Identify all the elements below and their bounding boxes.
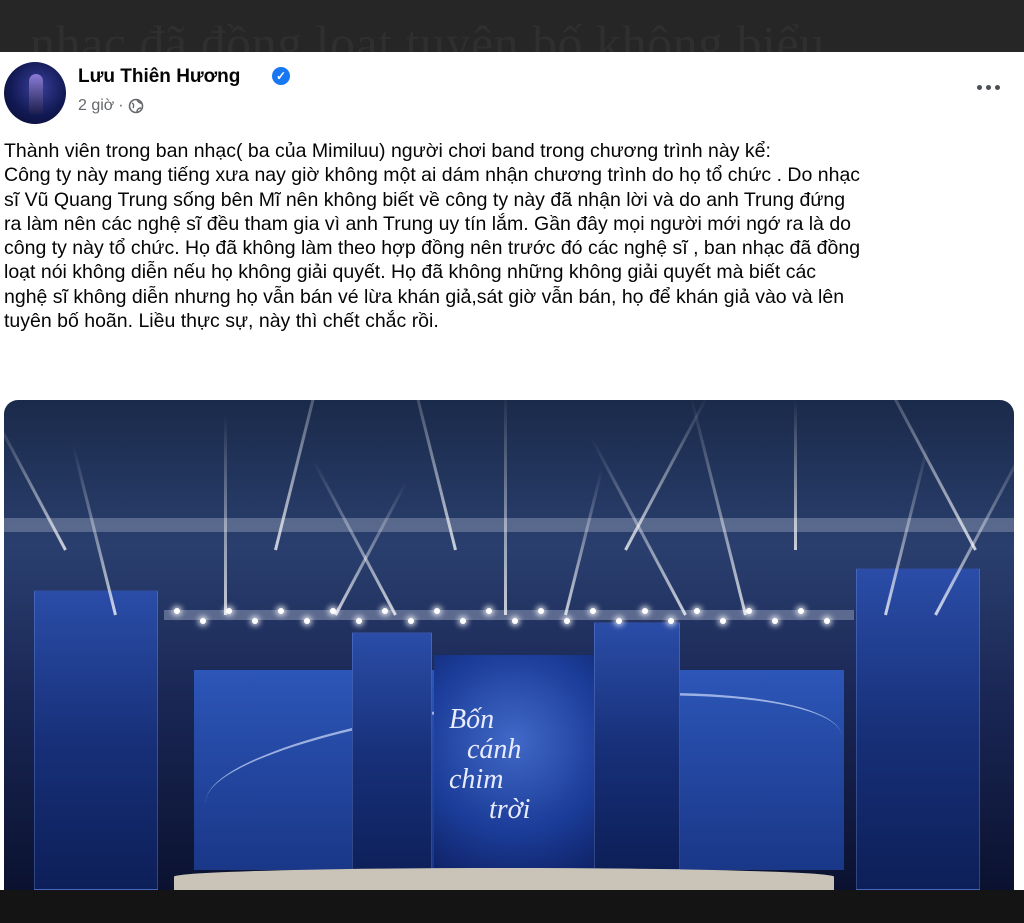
avatar-figure <box>29 74 43 114</box>
post-line: công ty này tổ chức. Họ đã không làm the… <box>4 237 861 260</box>
stage-light-fixture <box>798 608 804 614</box>
stage-light-fixture <box>616 618 622 624</box>
post-meta: 2 giờ · <box>78 97 144 115</box>
stage-light-fixture <box>512 618 518 624</box>
stage-light-fixture <box>538 608 544 614</box>
stage-light-fixture <box>304 618 310 624</box>
verified-badge-icon: ✓ <box>272 67 290 85</box>
background-headline: nhạc đã đồng loạt tuyên bố không biểu <box>30 15 825 52</box>
stage-light-fixture <box>824 618 830 624</box>
post-line: Thành viên trong ban nhạc( ba của Mimilu… <box>4 140 771 162</box>
globe-icon[interactable] <box>128 98 144 114</box>
light-beam <box>689 400 747 616</box>
stage-light-fixture <box>278 608 284 614</box>
post-line: nghệ sĩ không diễn nhưng họ vẫn bán vé l… <box>4 285 845 308</box>
led-panel-mid-right <box>594 622 680 870</box>
more-options-dot <box>994 84 1000 90</box>
stage-light-fixture <box>590 608 596 614</box>
stage-light-fixture <box>746 608 752 614</box>
stage-light-fixture <box>434 608 440 614</box>
author-name[interactable]: Lưu Thiên Hương <box>78 66 240 88</box>
light-beam <box>504 400 507 615</box>
stage-light-fixture <box>252 618 258 624</box>
stage-light-fixture <box>642 608 648 614</box>
light-beam <box>334 481 408 616</box>
lighting-truss <box>4 518 1014 532</box>
post-time[interactable]: 2 giờ <box>78 97 114 115</box>
more-options-button[interactable] <box>968 70 1008 104</box>
post-photo-stage[interactable]: Bốn cánh chim trời <box>4 400 1014 890</box>
meta-separator: · <box>118 97 124 114</box>
post-line: Công ty này mang tiếng xưa nay giờ không… <box>4 164 861 187</box>
stage-title-line: trời <box>489 794 531 825</box>
stage-show-title: Bốn cánh chim trời <box>449 705 589 825</box>
stage-light-fixture <box>408 618 414 624</box>
stage-light-fixture <box>356 618 362 624</box>
stage-light-fixture <box>226 608 232 614</box>
post-line: tuyên bố hoãn. Liều thực sự, này thì chế… <box>4 310 439 333</box>
stage-light-fixture <box>694 608 700 614</box>
stage-light-fixture <box>486 608 492 614</box>
bottom-dark-strip <box>0 890 1024 923</box>
stage-light-fixture <box>330 608 336 614</box>
stage-light-fixture <box>460 618 466 624</box>
light-beam <box>564 469 604 616</box>
stage-title-line: cánh <box>467 734 522 765</box>
light-beam <box>312 459 397 616</box>
stage-floor <box>174 868 834 890</box>
stage-light-fixture <box>772 618 778 624</box>
led-panel-right <box>856 568 980 890</box>
stage-title-line: Bốn <box>449 704 495 735</box>
more-options-dot <box>985 84 991 90</box>
stage-light-fixture <box>668 618 674 624</box>
post-text: Thành viên trong ban nhạc( ba của Mimilu… <box>4 139 1014 333</box>
stage-light-fixture <box>174 608 180 614</box>
facebook-post-card: Lưu Thiên Hương ✓ 2 giờ · Thành viên tro… <box>0 52 1024 890</box>
light-beam <box>794 400 797 550</box>
post-line: ra làm nên các nghệ sĩ đều tham gia vì a… <box>4 212 852 235</box>
led-panel-left <box>34 590 158 890</box>
post-line: loạt nói không diễn nếu họ không giải qu… <box>4 261 817 284</box>
background-article-strip: nhạc đã đồng loạt tuyên bố không biểu <box>0 0 1024 52</box>
stage-light-fixture <box>720 618 726 624</box>
stage-light-fixture <box>382 608 388 614</box>
more-options-icon <box>976 84 982 90</box>
author-avatar[interactable] <box>4 62 66 124</box>
led-panel-mid-left <box>352 632 432 880</box>
stage-light-fixture <box>200 618 206 624</box>
stage-light-fixture <box>564 618 570 624</box>
stage-title-line: chim <box>449 764 504 795</box>
light-beam <box>224 415 227 615</box>
post-line: sĩ Vũ Quang Trung sống bên Mĩ nên không … <box>4 188 846 211</box>
